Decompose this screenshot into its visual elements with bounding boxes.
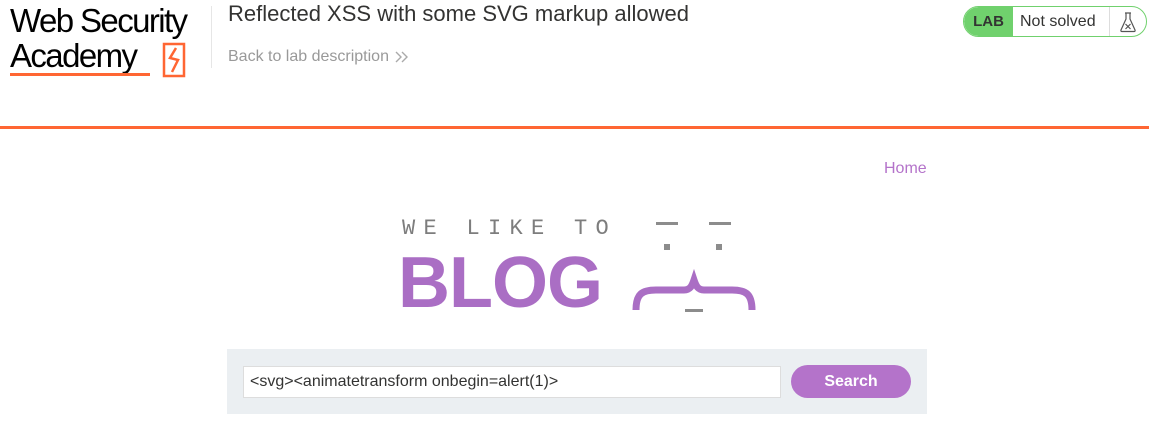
back-link-label: Back to lab description [228,48,389,65]
banner-tagline: WE LIKE TO [402,216,618,241]
nav-home-link[interactable]: Home [884,159,927,179]
logo-text-line2: Academy [10,37,138,74]
banner-title: BLOG [398,243,603,323]
lab-status-text: Not solved [1020,12,1096,30]
lab-status-badge: LAB [964,7,1013,36]
logo-bolt-icon [162,42,186,78]
blog-banner: WE LIKE TO BLOG [398,212,758,321]
double-chevron-right-icon [395,51,408,63]
lab-title: Reflected XSS with some SVG markup allow… [228,1,689,26]
header-orange-rule [0,126,1149,129]
search-button[interactable]: Search [791,365,911,398]
lab-status-widget: LAB Not solved [963,6,1147,37]
curly-brace-face-icon [632,222,756,312]
flask-icon [1109,7,1146,36]
header-divider [211,6,212,68]
web-security-academy-logo[interactable]: Web Security Academy [10,4,210,78]
back-to-lab-description-link[interactable]: Back to lab description [228,47,409,67]
search-panel: Search [227,349,927,414]
logo-text-line1: Web Security [10,2,188,39]
academy-header: Web Security Academy Reflected XSS with … [0,0,1149,126]
search-input[interactable] [243,366,781,398]
logo-underline [10,73,150,76]
